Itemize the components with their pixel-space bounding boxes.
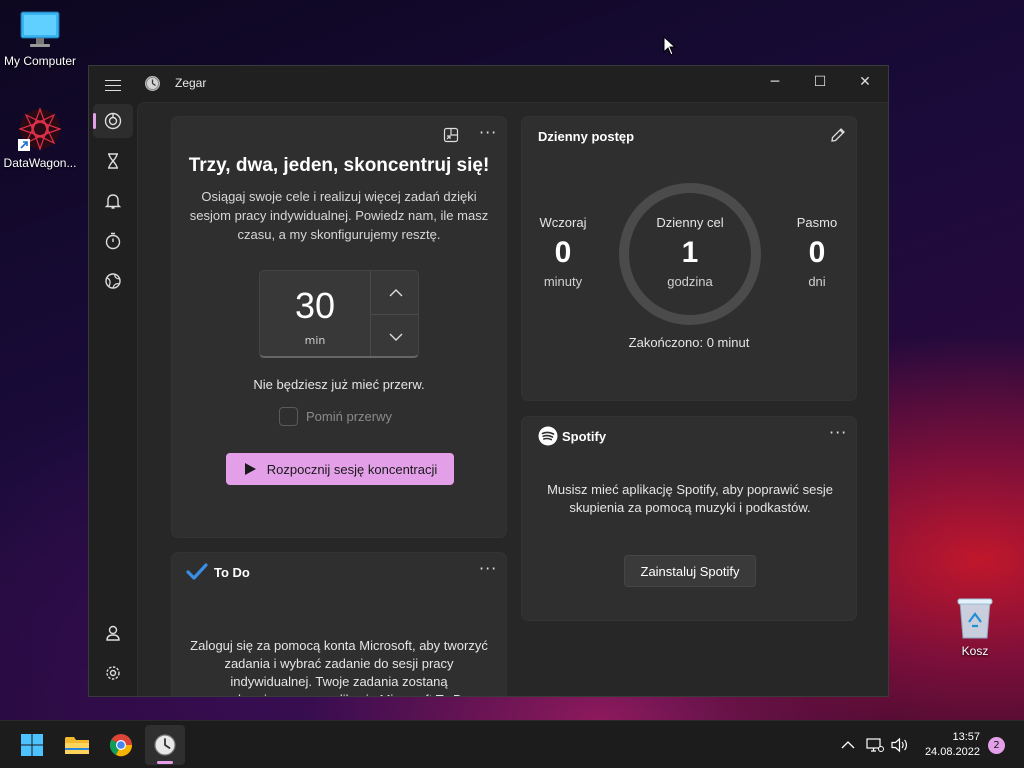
progress-title: Dzienny postęp: [538, 129, 635, 144]
chrome-button[interactable]: [101, 725, 141, 765]
spotify-card: Spotify ··· Musisz mieć aplikację Spotif…: [521, 416, 857, 621]
todo-icon: [186, 563, 208, 585]
nav-timer[interactable]: [93, 144, 133, 178]
clock-date[interactable]: 13:57 24.08.2022: [925, 730, 980, 760]
play-icon: [244, 463, 256, 475]
chevron-down-icon: [389, 333, 402, 341]
start-button[interactable]: [12, 725, 52, 765]
person-icon: [106, 625, 120, 641]
tray-time: 13:57: [952, 731, 980, 743]
desktop-icon-label: DataWagon...: [3, 156, 77, 170]
hamburger-menu-icon[interactable]: [103, 76, 123, 92]
desktop-icon-label: Kosz: [961, 644, 989, 658]
completed-text: Zakończono: 0 minut: [628, 335, 750, 350]
mouse-cursor-icon: [663, 35, 677, 60]
streak-unit: dni: [808, 274, 826, 289]
focus-session-card: ··· Trzy, dwa, jeden, skoncentruj się! O…: [171, 116, 507, 538]
folder-icon: [65, 737, 89, 754]
minutes-stepper[interactable]: 30 min: [259, 270, 419, 358]
focus-description: Osiągaj swoje cele i realizuj więcej zad…: [189, 189, 489, 242]
recycle-bin-icon: [955, 596, 995, 640]
more-options-icon[interactable]: ···: [479, 123, 497, 142]
file-explorer-button[interactable]: [57, 725, 97, 765]
desktop-icon-recycle-bin[interactable]: Kosz: [935, 596, 1015, 658]
close-button[interactable]: ✕: [842, 66, 888, 98]
desktop-icon-my-computer[interactable]: My Computer: [0, 10, 80, 68]
spotify-title: Spotify: [562, 428, 607, 444]
daily-goal-stat[interactable]: Dzienny cel 1 godzina: [645, 215, 735, 289]
clock-icon: [154, 734, 176, 756]
yesterday-stat: Wczoraj 0 minuty: [518, 215, 608, 289]
start-focus-button[interactable]: Rozpocznij sesję koncentracji: [226, 453, 454, 485]
nav-stopwatch[interactable]: [93, 224, 133, 258]
datawagon-icon: [17, 106, 63, 152]
spotify-logo: Spotify: [538, 426, 606, 446]
break-info-text: Nie będziesz już mieć przerw.: [253, 377, 425, 392]
start-focus-label: Rozpocznij sesję koncentracji: [266, 461, 438, 477]
windows-logo-icon: [21, 734, 43, 756]
skip-breaks-checkbox[interactable]: Pomiń przerwy: [279, 407, 392, 426]
clock-app-icon: [145, 76, 160, 91]
volume-icon[interactable]: [891, 736, 909, 754]
nav-alarm[interactable]: [93, 184, 133, 218]
maximize-button[interactable]: ☐: [797, 66, 843, 98]
clock-window: Zegar ─ ☐ ✕ ··· Trzy, dwa, jeden, skonce…: [88, 65, 889, 697]
edit-icon[interactable]: [829, 126, 847, 148]
desktop-icon-datawagon[interactable]: DataWagon...: [0, 106, 80, 170]
yesterday-value: 0: [554, 236, 572, 269]
todo-title: To Do: [214, 565, 250, 580]
skip-breaks-label: Pomiń przerwy: [306, 409, 392, 424]
nav-world-clock[interactable]: [93, 264, 133, 298]
gear-icon: [106, 666, 120, 680]
daily-goal-value: 1: [681, 236, 699, 269]
spotify-icon: [538, 426, 558, 446]
streak-value: 0: [808, 236, 826, 269]
taskbar: 13:57 24.08.2022 2: [0, 720, 1024, 768]
yesterday-unit: minuty: [543, 274, 583, 289]
globe-icon: [105, 273, 121, 289]
title-bar[interactable]: Zegar ─ ☐ ✕: [89, 66, 888, 102]
main-content: ··· Trzy, dwa, jeden, skoncentruj się! O…: [137, 102, 888, 696]
daily-progress-card: Dzienny postęp Wczoraj 0 minuty Dzienny …: [521, 116, 857, 401]
desktop-icon-label: My Computer: [3, 54, 77, 68]
increase-button[interactable]: [371, 271, 418, 314]
install-spotify-button[interactable]: Zainstaluj Spotify: [624, 555, 756, 587]
daily-goal-label: Dzienny cel: [656, 215, 724, 230]
minutes-value[interactable]: 30: [260, 285, 370, 327]
focus-icon: [104, 112, 122, 130]
hourglass-icon: [108, 153, 118, 169]
spotify-description: Musisz mieć aplikację Spotify, aby popra…: [547, 482, 833, 515]
todo-description: Zaloguj się za pomocą konta Microsoft, a…: [190, 638, 488, 696]
chrome-icon: [109, 734, 133, 757]
nav-settings[interactable]: [93, 656, 133, 690]
checkbox-box[interactable]: [279, 407, 298, 426]
yesterday-label: Wczoraj: [539, 215, 587, 230]
monitor-icon: [19, 10, 61, 50]
nav-account[interactable]: [93, 616, 133, 650]
clock-taskbar-button[interactable]: [145, 725, 185, 765]
tray-date: 24.08.2022: [924, 746, 980, 758]
window-title: Zegar: [175, 76, 207, 90]
minimize-button[interactable]: ─: [752, 66, 798, 98]
daily-goal-unit: godzina: [667, 274, 713, 289]
todo-card: To Do ··· Zaloguj się za pomocą konta Mi…: [171, 552, 507, 696]
streak-label: Pasmo: [796, 215, 838, 230]
focus-title: Trzy, dwa, jeden, skoncentruj się!: [188, 155, 490, 176]
chevron-up-icon: [389, 288, 402, 296]
more-options-icon[interactable]: ···: [479, 559, 497, 578]
stopwatch-icon: [105, 232, 121, 250]
more-options-icon[interactable]: ···: [829, 423, 847, 442]
mini-mode-icon[interactable]: [443, 127, 459, 147]
network-icon[interactable]: [866, 736, 884, 754]
streak-stat: Pasmo 0 dni: [772, 215, 862, 289]
chevron-up-icon[interactable]: [839, 736, 857, 754]
nav-focus-sessions[interactable]: [93, 104, 133, 138]
minutes-unit: min: [304, 334, 326, 347]
decrease-button[interactable]: [371, 315, 418, 356]
notification-badge[interactable]: 2: [988, 737, 1005, 754]
bell-icon: [104, 194, 122, 209]
